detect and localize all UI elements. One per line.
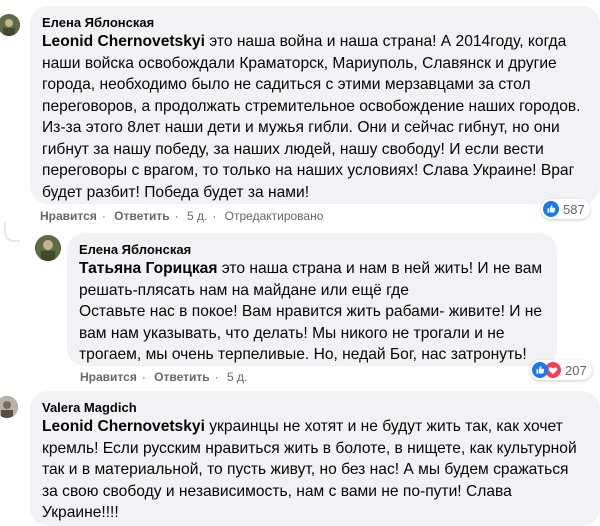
comment-bubble: Елена Яблонская Татьяна Горицкая это наш…: [67, 233, 557, 366]
comment-text: Leonid Chernovetskyi украинцы не хотят и…: [42, 418, 577, 521]
reaction-count: 207: [565, 362, 587, 378]
comment-timestamp[interactable]: 5 д.: [187, 209, 207, 223]
reaction-summary[interactable]: 207: [530, 360, 592, 380]
comment-author[interactable]: Елена Яблонская: [79, 241, 545, 258]
comment-author[interactable]: Елена Яблонская: [42, 14, 588, 31]
avatar[interactable]: [35, 235, 61, 261]
like-button[interactable]: Нравится: [80, 370, 137, 384]
mention-link[interactable]: Leonid Chernovetskyi: [42, 418, 205, 435]
avatar[interactable]: [0, 14, 20, 36]
mention-link[interactable]: Татьяна Горицкая: [79, 260, 217, 277]
like-icon: [543, 201, 559, 217]
comment-actions: Нравится · Ответить · 5 д.: [80, 370, 248, 384]
reply-button[interactable]: Ответить: [154, 370, 209, 384]
mention-link[interactable]: Leonid Chernovetskyi: [42, 33, 205, 50]
reaction-count: 587: [563, 201, 585, 217]
comment-bubble: Елена Яблонская Leonid Chernovetskyi это…: [30, 6, 600, 204]
like-icon: [532, 362, 548, 378]
avatar[interactable]: [0, 396, 18, 418]
reply-button[interactable]: Ответить: [114, 209, 169, 223]
comment-timestamp[interactable]: 5 д.: [227, 370, 247, 384]
like-button[interactable]: Нравится: [40, 209, 97, 223]
reaction-summary[interactable]: 587: [541, 199, 590, 219]
comment-text: Leonid Chernovetskyi это наша война и на…: [42, 33, 581, 201]
comment-actions: Нравится · Ответить · 5 д. · Отредактирован…: [40, 209, 324, 223]
comment-text: Татьяна Горицкая это наша страна и нам в…: [79, 260, 543, 363]
comment-bubble: Valera Magdich Leonid Chernovetskyi укра…: [30, 391, 600, 526]
comment-author[interactable]: Valera Magdich: [42, 399, 588, 416]
edited-label: Отредактировано: [224, 209, 324, 223]
thread-line: [4, 222, 20, 242]
